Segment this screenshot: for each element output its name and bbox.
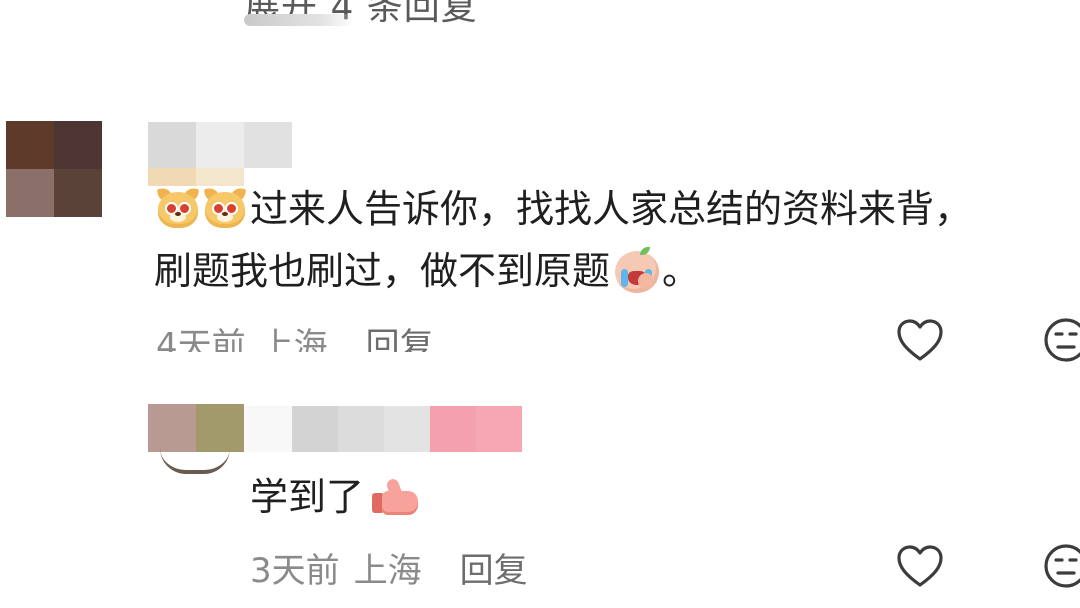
reply-button[interactable]: 回复	[366, 318, 434, 352]
comment-meta: 4天前 上海 回复	[156, 312, 434, 358]
comment-thread: 展开 4 条回复 过来人告诉你，找找人家总结的资料来背， 刷题我也刷过，做不到原…	[0, 0, 1080, 608]
mosaic-cell	[384, 406, 430, 452]
mosaic-cell	[6, 121, 54, 169]
mosaic-cell	[338, 406, 384, 452]
comment-text-line: 学到了	[250, 466, 422, 528]
mosaic-cell	[430, 452, 476, 472]
avatar-mosaic[interactable]	[6, 121, 102, 217]
comment-text-line: 刷题我也刷过，做不到原题 。	[154, 240, 700, 302]
comment-time: 4天前	[156, 326, 246, 352]
mosaic-cell	[148, 122, 196, 168]
mosaic-cell	[340, 122, 388, 168]
mosaic-cell	[244, 122, 292, 168]
comment-time: 3天前	[250, 550, 340, 591]
expand-replies-divider	[244, 14, 354, 26]
dislike-face-icon[interactable]	[1042, 316, 1080, 364]
mosaic-cell	[54, 169, 102, 217]
mosaic-cell	[244, 406, 292, 452]
mosaic-cell	[476, 452, 522, 472]
mosaic-cell	[292, 406, 338, 452]
comment-meta: 3天前 上海 回复	[250, 543, 528, 592]
reply-button[interactable]: 回复	[460, 543, 528, 592]
dog-emoji-icon	[156, 186, 200, 230]
comment-text: 学到了	[250, 475, 365, 519]
mosaic-cell	[196, 122, 244, 168]
thumbs-up-emoji-icon	[370, 477, 422, 517]
crying-emoji-icon	[612, 247, 662, 295]
username-mosaic[interactable]	[148, 122, 388, 186]
mosaic-cell	[292, 122, 340, 168]
comment-text-line: 过来人告诉你，找找人家总结的资料来背，	[156, 178, 972, 240]
mosaic-cell	[476, 406, 522, 452]
heart-icon[interactable]	[896, 544, 944, 588]
comment-location: 上海	[353, 550, 422, 591]
mosaic-cell	[196, 404, 244, 452]
username-mosaic[interactable]	[244, 406, 522, 472]
comment-location: 上海	[259, 326, 328, 352]
mosaic-cell	[430, 406, 476, 452]
dog-emoji-icon	[203, 186, 247, 230]
mosaic-cell	[6, 169, 54, 217]
avatar-mosaic[interactable]	[148, 404, 244, 452]
dislike-face-icon[interactable]	[1042, 542, 1080, 590]
comment-text: 刷题我也刷过，做不到原题	[154, 249, 611, 293]
heart-icon[interactable]	[896, 318, 944, 362]
comment-text-end: 。	[662, 249, 701, 293]
mosaic-cell	[148, 404, 196, 452]
comment-text: 过来人告诉你，找找人家总结的资料来背，	[250, 187, 973, 231]
mosaic-cell	[54, 121, 102, 169]
avatar-outline	[160, 448, 230, 474]
